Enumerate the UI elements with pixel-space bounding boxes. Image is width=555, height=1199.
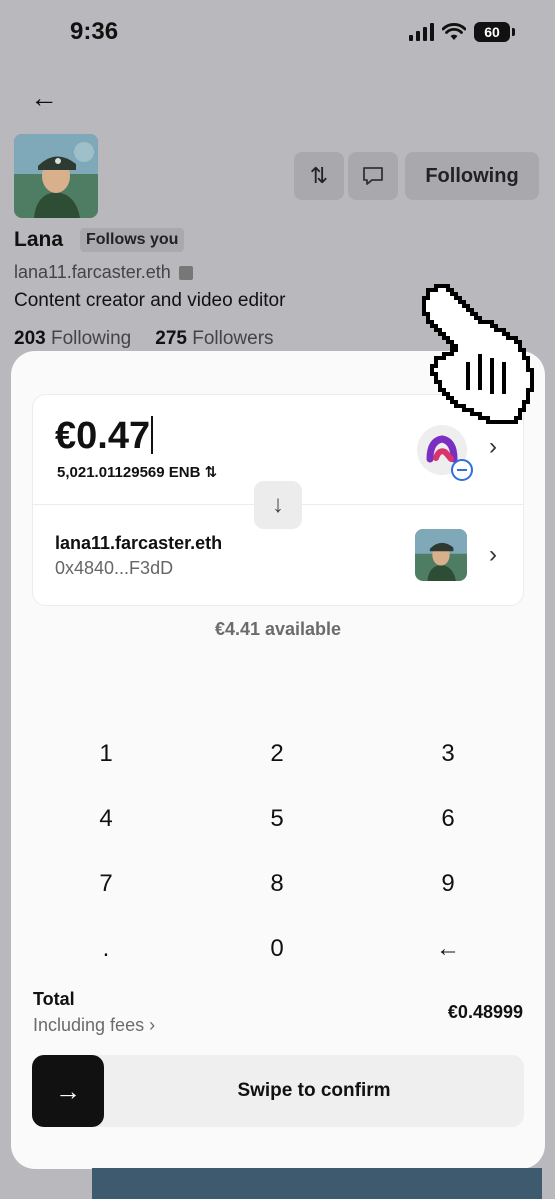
swap-icon: ⇅	[309, 163, 329, 188]
key-0[interactable]: 0	[217, 924, 337, 974]
profile-handle: lana11.farcaster.eth	[14, 262, 193, 283]
message-button[interactable]	[348, 152, 398, 200]
recipient-name: lana11.farcaster.eth	[55, 533, 223, 553]
swipe-to-confirm[interactable]: → Swipe to confirm	[32, 1055, 524, 1127]
hand-cursor-icon	[422, 284, 534, 424]
profile-stats: 203 Following 275 Followers	[14, 328, 274, 350]
text-caret	[151, 416, 154, 454]
swipe-handle[interactable]: →	[32, 1055, 104, 1127]
following-stat[interactable]: 203 Following	[14, 328, 131, 350]
key-8[interactable]: 8	[217, 859, 337, 909]
including-fees-link[interactable]: Including fees ›	[33, 1015, 155, 1036]
status-time: 9:36	[70, 18, 119, 45]
arrow-down-icon[interactable]: ↓	[254, 481, 302, 529]
wifi-icon	[442, 23, 466, 40]
key-5[interactable]: 5	[217, 794, 337, 844]
key-2[interactable]: 2	[217, 729, 337, 779]
key-decimal[interactable]: .	[46, 924, 166, 974]
total-value: €0.48999	[447, 1002, 523, 1022]
verified-icon	[178, 266, 193, 281]
profile-handle-text: lana11.farcaster.eth	[14, 262, 171, 282]
total-label: Total	[33, 989, 75, 1009]
key-3[interactable]: 3	[388, 729, 508, 779]
key-4[interactable]: 4	[46, 794, 166, 844]
battery-level: 60	[474, 22, 510, 42]
status-bar: 9:36 60	[0, 0, 555, 64]
key-9[interactable]: 9	[388, 859, 508, 909]
key-1[interactable]: 1	[46, 729, 166, 779]
swap-button[interactable]: ⇅	[294, 152, 344, 200]
arrow-right-icon: →	[55, 1075, 81, 1106]
recipient-address: 0x4840...F3dD	[55, 558, 174, 578]
available-balance: €4.41 available	[214, 619, 342, 639]
background-image-peek	[92, 1168, 542, 1199]
profile-name: Lana	[14, 228, 64, 251]
signal-icon	[409, 23, 434, 41]
token-amount[interactable]: 5,021.01129569 ENB ⇅	[57, 463, 217, 481]
key-7[interactable]: 7	[46, 859, 166, 909]
followers-stat[interactable]: 275 Followers	[155, 328, 273, 350]
message-icon	[363, 167, 383, 185]
swipe-label: Swipe to confirm	[237, 1080, 391, 1101]
chevron-right-icon[interactable]: ›	[489, 541, 497, 569]
recipient-avatar[interactable]	[415, 529, 467, 581]
following-button[interactable]: Following	[405, 152, 539, 200]
back-arrow-icon[interactable]: ←	[30, 82, 58, 114]
chevron-right-icon[interactable]: ›	[489, 433, 497, 461]
profile-avatar	[14, 134, 98, 218]
network-badge-icon	[451, 459, 473, 481]
payment-sheet: €0.47 5,021.01129569 ENB ⇅ › ↓ lana11.fa…	[11, 351, 545, 1169]
amount-input[interactable]: €0.47	[55, 415, 154, 458]
amount-text: €0.47	[55, 415, 151, 457]
status-icons: 60	[409, 22, 515, 42]
backspace-icon[interactable]: ←	[388, 924, 508, 974]
follows-you-badge: Follows you	[80, 228, 185, 252]
battery-icon: 60	[474, 22, 515, 42]
key-6[interactable]: 6	[388, 794, 508, 844]
profile-bio: Content creator and video editor	[14, 290, 286, 311]
